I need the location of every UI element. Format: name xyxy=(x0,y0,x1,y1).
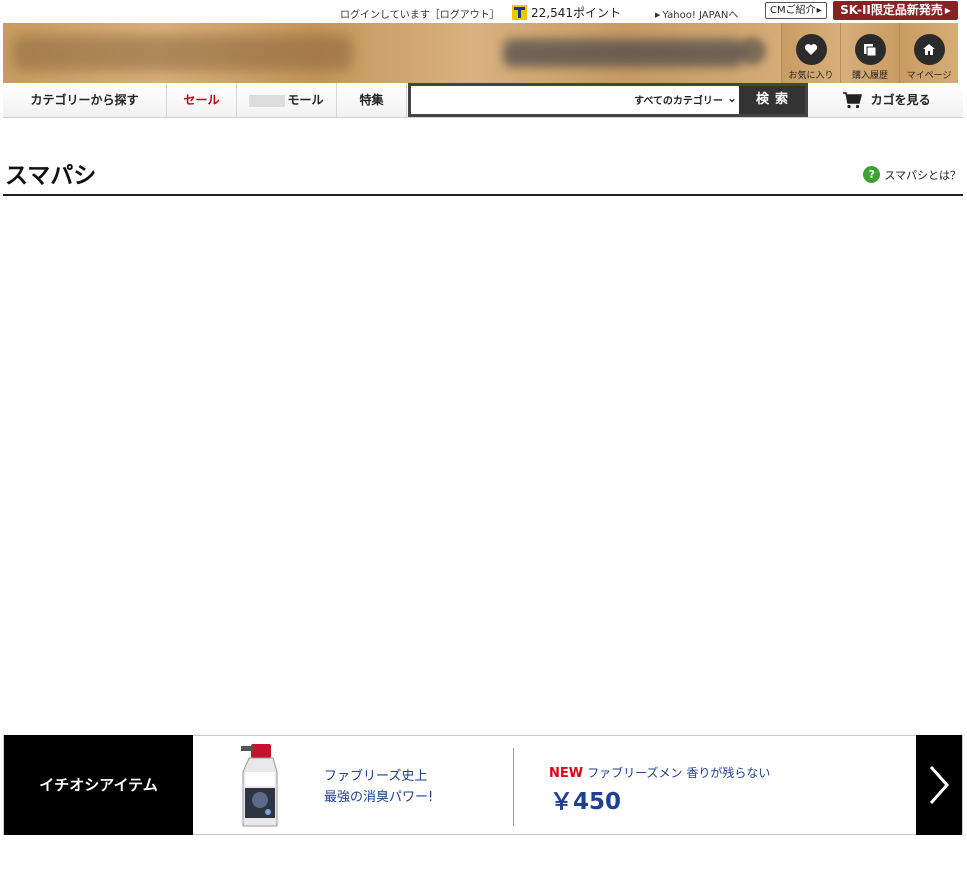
quick-link-label: 購入履歴 xyxy=(851,71,888,81)
blurred-banner-text xyxy=(503,39,743,67)
product-price: ￥450 xyxy=(550,789,622,815)
page-title: スマパシ xyxy=(5,163,97,189)
help-link-label: スマパシとは？ xyxy=(884,168,961,182)
nav-category[interactable]: カテゴリーから探す xyxy=(3,83,167,117)
search-button[interactable]: 検索 xyxy=(739,86,805,114)
question-icon: ? xyxy=(863,166,881,183)
tpoint-icon xyxy=(512,5,527,20)
new-badge: NEW xyxy=(549,766,584,781)
cm-intro-button[interactable]: CMご紹介 xyxy=(765,2,827,19)
quick-link-favorites[interactable]: お気に入り xyxy=(781,23,840,83)
nav-mall-label: モール xyxy=(287,93,324,107)
store-logo-banner[interactable] xyxy=(3,23,781,83)
points-display: 22,541ポイント xyxy=(512,4,621,21)
blurred-banner-icon xyxy=(738,37,766,65)
quick-link-label: マイページ xyxy=(906,71,952,81)
login-status[interactable]: ログインしています［ログアウト］ xyxy=(340,6,500,21)
quick-link-mypage[interactable]: マイページ xyxy=(899,23,958,83)
divider xyxy=(513,748,514,826)
recommended-copy-line2: 最強の消臭パワー! xyxy=(324,790,434,805)
product-bottle-image xyxy=(241,744,278,827)
home-icon xyxy=(913,34,945,65)
nav-sale[interactable]: セール xyxy=(167,83,237,117)
history-icon xyxy=(854,34,886,65)
help-link[interactable]: ? スマパシとは？ xyxy=(863,166,961,183)
product-name: NEW ファブリーズメン 香りが残らない xyxy=(549,764,770,781)
recommended-copy: ファブリーズ史上 最強の消臭パワー! xyxy=(324,766,433,808)
search-category-select[interactable]: すべてのカテゴリー xyxy=(625,86,743,114)
recommended-item-strip[interactable]: イチオシアイテム ファブリーズ史上 最強の消臭パワー! NEW ファブリーズメン … xyxy=(3,735,963,835)
blurred-logo xyxy=(13,35,353,71)
nav-mall[interactable]: モール xyxy=(237,83,337,117)
quick-link-history[interactable]: 購入履歴 xyxy=(840,23,899,83)
quick-link-label: お気に入り xyxy=(788,71,834,81)
heart-icon xyxy=(795,34,827,65)
next-arrow-button[interactable] xyxy=(916,735,962,835)
points-value: 22,541ポイント xyxy=(531,6,621,20)
recommended-copy-line1: ファブリーズ史上 xyxy=(324,769,428,784)
recommended-label: イチオシアイテム xyxy=(4,735,193,835)
blurred-mall-name xyxy=(249,94,286,107)
page-header: スマパシ ? スマパシとは？ xyxy=(3,150,963,196)
search-bar: すべてのカテゴリー 検索 xyxy=(408,83,808,117)
search-input[interactable] xyxy=(411,86,621,114)
cart-button[interactable]: カゴを見る xyxy=(810,83,963,117)
chevron-right-icon xyxy=(929,766,950,804)
nav-feature[interactable]: 特集 xyxy=(337,83,407,117)
product-name-text: ファブリーズメン 香りが残らない xyxy=(587,766,771,780)
main-nav: カテゴリーから探す セール モール 特集 すべてのカテゴリー 検索 カゴを見る xyxy=(3,83,963,118)
promo-banner-button[interactable]: SK-II限定品新発売 xyxy=(833,1,958,20)
top-utility-bar: ログインしています［ログアウト］ 22,541ポイント Yahoo! JAPAN… xyxy=(0,0,967,23)
quick-links: お気に入り 購入履歴 マイページ xyxy=(781,23,958,83)
cart-icon xyxy=(843,91,863,108)
cart-label: カゴを見る xyxy=(870,93,931,107)
yahoo-japan-link[interactable]: Yahoo! JAPANへ xyxy=(655,6,738,21)
